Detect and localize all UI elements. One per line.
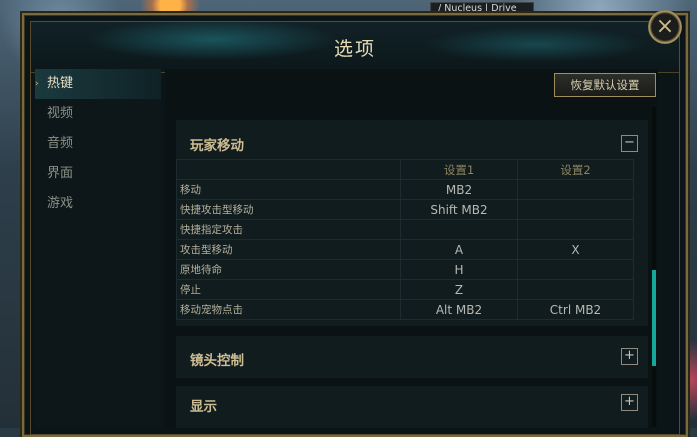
key-binding-slot2[interactable] — [517, 219, 634, 240]
key-binding-slot1[interactable]: MB2 — [400, 179, 518, 200]
action-label: 移动 — [176, 179, 401, 200]
section-display[interactable]: 显示 + — [176, 386, 648, 428]
key-binding-slot2[interactable] — [517, 279, 634, 300]
table-row: 快捷指定攻击 — [176, 219, 634, 240]
expand-icon[interactable]: + — [621, 348, 638, 365]
section-title: 显示 — [190, 399, 217, 415]
column-header-slot1: 设置1 — [400, 159, 518, 180]
sidebar-item-audio[interactable]: 音频 — [35, 129, 161, 159]
section-title: 镜头控制 — [190, 353, 244, 369]
key-binding-slot2[interactable]: X — [517, 239, 634, 260]
sidebar-item-label: 视频 — [47, 106, 74, 121]
table-row: 攻击型移动 A X — [176, 239, 634, 260]
hotkey-table: 设置1 设置2 移动 MB2 快捷攻击型移动 Shift MB2 快捷指定攻击 … — [176, 159, 634, 320]
table-row: 快捷攻击型移动 Shift MB2 — [176, 199, 634, 220]
key-binding-slot1[interactable]: Shift MB2 — [400, 199, 518, 220]
key-binding-slot1[interactable]: H — [400, 259, 518, 280]
active-arrow-icon: › — [35, 79, 39, 89]
scrollbar-thumb[interactable] — [652, 270, 656, 366]
section-camera-control[interactable]: 镜头控制 + — [176, 336, 648, 378]
table-row: 移动宠物点击 Alt MB2 Ctrl MB2 — [176, 299, 634, 320]
column-header-action — [176, 159, 401, 180]
action-label: 停止 — [176, 279, 401, 300]
action-label: 攻击型移动 — [176, 239, 401, 260]
sidebar-item-hotkeys[interactable]: › 热键 — [35, 69, 161, 99]
key-binding-slot2[interactable]: Ctrl MB2 — [517, 299, 634, 320]
expand-icon[interactable]: + — [621, 394, 638, 411]
key-binding-slot1[interactable]: A — [400, 239, 518, 260]
action-label: 移动宠物点击 — [176, 299, 401, 320]
dialog-title-bar: 选项 — [31, 22, 679, 73]
action-label: 快捷指定攻击 — [176, 219, 401, 240]
sidebar-item-label: 音频 — [47, 136, 74, 151]
section-title: 玩家移动 — [190, 138, 244, 154]
column-header-slot2: 设置2 — [517, 159, 634, 180]
table-header-row: 设置1 设置2 — [176, 159, 634, 180]
key-binding-slot1[interactable]: Z — [400, 279, 518, 300]
sidebar-item-interface[interactable]: 界面 — [35, 159, 161, 189]
collapse-icon[interactable]: − — [621, 135, 638, 152]
restore-defaults-button[interactable]: 恢复默认设置 — [554, 73, 656, 97]
table-row: 移动 MB2 — [176, 179, 634, 200]
table-row: 原地待命 H — [176, 259, 634, 280]
key-binding-slot2[interactable] — [517, 199, 634, 220]
table-row: 停止 Z — [176, 279, 634, 300]
sidebar-item-label: 热键 — [47, 76, 74, 91]
action-label: 快捷攻击型移动 — [176, 199, 401, 220]
dialog-title: 选项 — [333, 38, 376, 60]
scrollbar[interactable] — [652, 107, 656, 427]
action-label: 原地待命 — [176, 259, 401, 280]
close-button[interactable]: × — [648, 10, 682, 44]
sidebar-item-game[interactable]: 游戏 — [35, 189, 161, 219]
key-binding-slot2[interactable] — [517, 179, 634, 200]
hotkeys-panel: 恢复默认设置 玩家移动 − 设置1 设置2 移动 MB2 快捷攻击型移动 Shi… — [165, 69, 658, 428]
key-binding-slot2[interactable] — [517, 259, 634, 280]
key-binding-slot1[interactable] — [400, 219, 518, 240]
sidebar-item-label: 界面 — [47, 166, 74, 181]
options-sidebar: › 热键 视频 音频 界面 游戏 — [35, 69, 161, 428]
sidebar-item-video[interactable]: 视频 — [35, 99, 161, 129]
sidebar-item-label: 游戏 — [47, 196, 74, 211]
key-binding-slot1[interactable]: Alt MB2 — [400, 299, 518, 320]
